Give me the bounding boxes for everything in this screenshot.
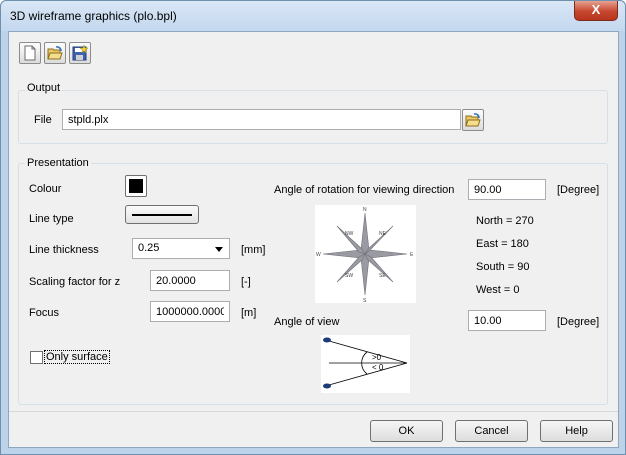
eye-icon: [323, 383, 331, 389]
save-icon: [72, 45, 88, 61]
linetype-label: Line type: [29, 213, 74, 225]
scaling-unit: [-]: [241, 276, 251, 288]
focus-unit: [m]: [241, 307, 257, 319]
thickness-label: Line thickness: [29, 244, 99, 256]
compass-rose-icon: N S W E NW NE SW SE: [316, 207, 414, 304]
direction-east: East = 180: [476, 238, 529, 250]
focus-input[interactable]: [150, 301, 230, 322]
angle-negative: < 0: [372, 363, 384, 372]
dialog-window: 3D wireframe graphics (plo.bpl) X Output…: [0, 0, 626, 455]
thickness-unit: [mm]: [241, 244, 266, 256]
scaling-label: Scaling factor for z: [29, 276, 121, 288]
rotation-unit: [Degree]: [557, 184, 600, 196]
direction-south: South = 90: [476, 261, 530, 273]
direction-west: West = 0: [476, 284, 520, 296]
presentation-group-title: Presentation: [25, 157, 91, 169]
help-button[interactable]: Help: [540, 420, 613, 442]
compass-w: W: [316, 252, 321, 258]
colour-swatch: [129, 179, 143, 193]
title-bar[interactable]: 3D wireframe graphics (plo.bpl) X: [1, 1, 625, 31]
ok-button[interactable]: OK: [370, 420, 443, 442]
rotation-input[interactable]: [468, 179, 546, 200]
compass-n: N: [363, 207, 367, 213]
only-surface-checkbox[interactable]: [30, 351, 43, 364]
view-label: Angle of view: [274, 316, 340, 328]
file-input[interactable]: [62, 109, 461, 130]
only-surface-label[interactable]: Only surface: [44, 350, 110, 364]
angle-diagram-svg: >0 < 0: [323, 337, 408, 389]
linetype-button[interactable]: [125, 205, 199, 224]
compass-ne: NE: [379, 231, 387, 237]
cancel-button[interactable]: Cancel: [455, 420, 528, 442]
window-title: 3D wireframe graphics (plo.bpl): [10, 9, 177, 23]
thickness-value: 0.25: [138, 242, 160, 254]
eye-icon: [323, 337, 331, 343]
thickness-select[interactable]: 0.25: [132, 238, 230, 259]
view-input[interactable]: [468, 310, 546, 331]
footer-divider: [9, 411, 618, 412]
browse-file-button[interactable]: [462, 109, 484, 131]
new-file-button[interactable]: [19, 42, 41, 64]
compass-sw: SW: [345, 273, 353, 279]
compass-nw: NW: [345, 231, 354, 237]
open-folder-icon: [465, 113, 481, 127]
direction-north: North = 270: [476, 215, 534, 227]
new-file-icon: [24, 45, 36, 61]
compass-s: S: [363, 298, 367, 303]
colour-button[interactable]: [125, 175, 147, 197]
colour-label: Colour: [29, 183, 62, 195]
compass-e: E: [410, 252, 414, 258]
open-folder-icon: [47, 46, 63, 60]
angle-positive: >0: [372, 353, 382, 362]
open-button[interactable]: [44, 42, 66, 64]
compass-se: SE: [379, 273, 386, 279]
save-button[interactable]: [69, 42, 91, 64]
dialog-client-area: Output File Presentation Colour Line typ…: [8, 31, 619, 448]
output-group-title: Output: [25, 82, 63, 94]
linetype-preview: [132, 214, 192, 216]
scaling-input[interactable]: [150, 270, 230, 291]
angle-of-view-diagram: >0 < 0: [321, 335, 410, 393]
focus-label: Focus: [29, 307, 59, 319]
view-unit: [Degree]: [557, 316, 600, 328]
rotation-label: Angle of rotation for viewing direction: [274, 184, 455, 196]
file-label: File: [34, 114, 52, 126]
compass-diagram: N S W E NW NE SW SE: [315, 205, 416, 304]
close-button[interactable]: X: [574, 1, 618, 21]
chevron-down-icon: [215, 247, 223, 252]
